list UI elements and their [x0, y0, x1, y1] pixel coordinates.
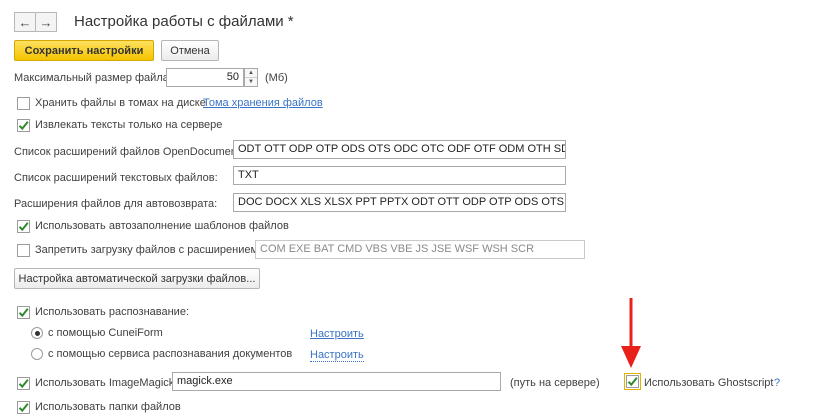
imagemagick-path-input[interactable]: magick.exe	[172, 372, 501, 391]
back-button[interactable]: ←	[14, 12, 36, 32]
checkmark-icon	[18, 222, 29, 232]
file-folders-label: Использовать папки файлов	[35, 401, 181, 413]
extract-texts-label: Извлекать тексты только на сервере	[35, 119, 223, 131]
file-folders-checkbox[interactable]	[17, 401, 30, 414]
cuneiform-radio[interactable]	[31, 327, 43, 339]
max-size-input[interactable]: 50	[166, 68, 244, 87]
stepper-down-icon[interactable]: ▼	[245, 77, 257, 86]
recognition-service-configure-link[interactable]: Настроить	[310, 349, 364, 362]
recognition-service-option-label: с помощью сервиса распознавания документ…	[48, 348, 293, 360]
max-size-label: Максимальный размер файла:	[14, 72, 172, 84]
forbid-label: Запретить загрузку файлов с расширением:	[35, 244, 262, 256]
storage-volumes-link[interactable]: Тома хранения файлов	[203, 97, 323, 109]
cancel-button[interactable]: Отмена	[161, 40, 219, 61]
recognition-checkbox[interactable]	[17, 306, 30, 319]
imagemagick-hint: (путь на сервере)	[510, 377, 600, 389]
checkmark-icon	[18, 403, 29, 413]
autoreturn-extensions-input[interactable]: DOC DOCX XLS XLSX PPT PPTX ODT OTT ODP O…	[233, 193, 566, 212]
opendoc-extensions-input[interactable]: ODT OTT ODP OTP ODS OTS ODC OTC ODF OTF …	[233, 140, 566, 159]
checkmark-icon	[18, 121, 29, 131]
recognition-service-radio[interactable]	[31, 348, 43, 360]
cuneiform-configure-link[interactable]: Настроить	[310, 328, 364, 340]
autofill-checkbox[interactable]	[17, 220, 30, 233]
extract-texts-checkbox[interactable]	[17, 119, 30, 132]
ghostscript-checkbox[interactable]	[626, 375, 639, 388]
ghostscript-label: Использовать Ghostscript	[644, 377, 774, 389]
checkmark-icon	[18, 308, 29, 318]
opendoc-label: Список расширений файлов OpenDocument:	[14, 146, 243, 158]
forbidden-extensions-input[interactable]: COM EXE BAT CMD VBS VBE JS JSE WSF WSH S…	[255, 240, 585, 259]
checkmark-icon	[627, 377, 638, 387]
stepper-up-icon[interactable]: ▲	[245, 69, 257, 77]
imagemagick-label: Использовать ImageMagick	[35, 377, 175, 389]
imagemagick-checkbox[interactable]	[17, 377, 30, 390]
help-icon[interactable]: ?	[774, 377, 780, 389]
page-title: Настройка работы с файлами *	[74, 13, 294, 30]
max-size-unit: (Мб)	[265, 72, 288, 84]
store-volumes-checkbox[interactable]	[17, 97, 30, 110]
autoload-settings-button[interactable]: Настройка автоматической загрузки файлов…	[14, 268, 260, 289]
text-extensions-input[interactable]: TXT	[233, 166, 566, 185]
max-size-stepper[interactable]: ▲ ▼	[244, 68, 258, 87]
recognition-label: Использовать распознавание:	[35, 306, 189, 318]
ghostscript-checkbox-focus[interactable]	[624, 373, 641, 390]
forward-button[interactable]: →	[35, 12, 57, 32]
cuneiform-option-label: с помощью CuneiForm	[48, 327, 163, 339]
autofill-label: Использовать автозаполнение шаблонов фай…	[35, 220, 289, 232]
radio-selected-dot	[34, 330, 40, 336]
autoreturn-label: Расширения файлов для автовозврата:	[14, 198, 218, 210]
arrow-right-icon: →	[39, 14, 53, 30]
store-volumes-label: Хранить файлы в томах на диске	[35, 97, 206, 109]
forbid-checkbox[interactable]	[17, 244, 30, 257]
save-settings-button[interactable]: Сохранить настройки	[14, 40, 154, 61]
checkmark-icon	[18, 379, 29, 389]
red-arrow-annotation-icon	[621, 298, 641, 368]
text-ext-label: Список расширений текстовых файлов:	[14, 172, 218, 184]
arrow-left-icon: ←	[18, 14, 32, 30]
